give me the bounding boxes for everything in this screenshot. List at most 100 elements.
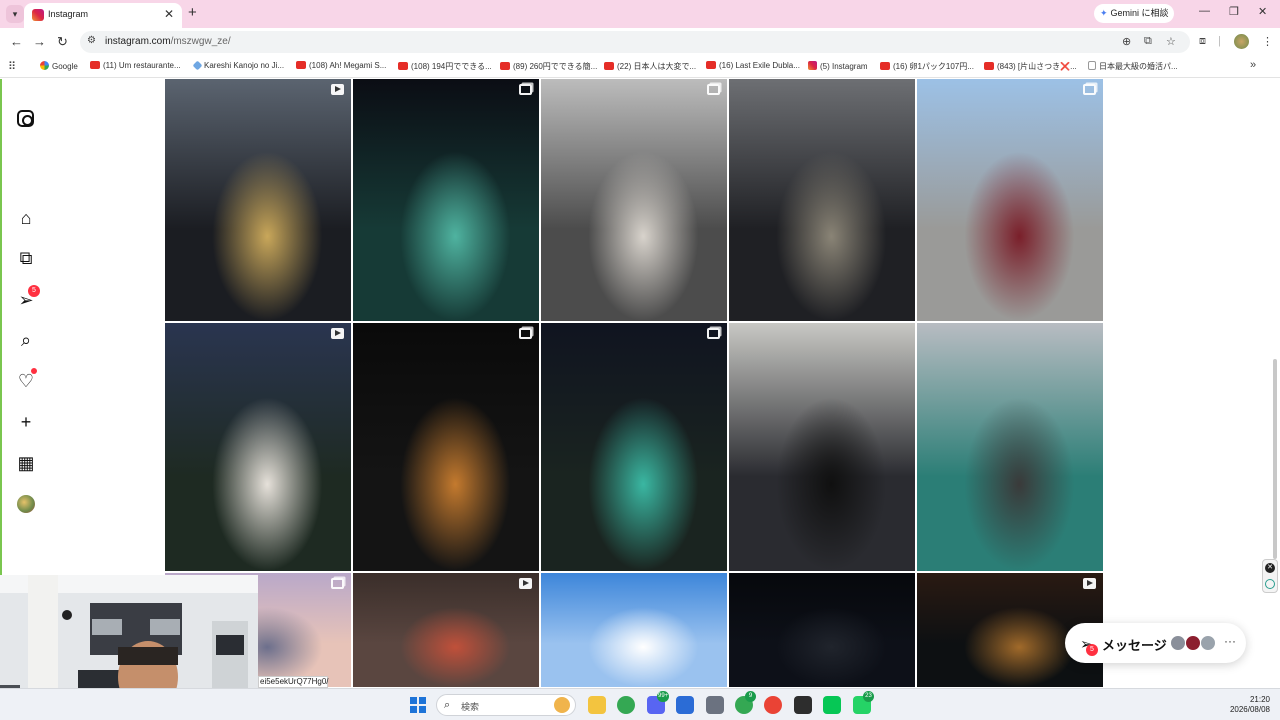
messages-pill-badge: 5: [1086, 644, 1098, 656]
search-icon[interactable]: ⌕: [15, 329, 37, 351]
bookmark-label: Google: [52, 62, 78, 71]
bookmark-item[interactable]: (5) Instagram: [808, 61, 868, 71]
bookmark-label: (22) 日本人は大変で...: [617, 62, 697, 71]
post-thumbnail[interactable]: [729, 323, 915, 571]
line-icon[interactable]: [823, 696, 841, 714]
post-thumbnail[interactable]: [729, 573, 915, 687]
profile-avatar-icon[interactable]: [15, 493, 37, 515]
carousel-icon: [1083, 84, 1096, 95]
post-thumbnail[interactable]: [353, 323, 539, 571]
gemini-label: Gemini に相談: [1110, 8, 1169, 18]
chrome-profile-3-icon[interactable]: [764, 696, 782, 714]
bookmark-item[interactable]: (108) 194円でできる...: [398, 61, 492, 72]
extensions-icon[interactable]: ⧈: [1199, 35, 1206, 48]
chart-icon[interactable]: ▦: [15, 452, 37, 474]
file-explorer-icon[interactable]: [588, 696, 606, 714]
post-thumbnail[interactable]: [917, 79, 1103, 321]
avatar: [1200, 635, 1216, 651]
more-icon[interactable]: ···: [1224, 634, 1236, 648]
chrome-menu-icon[interactable]: ⋮: [1262, 35, 1273, 48]
taskbar-search[interactable]: ⌕ 検索: [436, 694, 576, 716]
carousel-icon: [519, 328, 532, 339]
bookmark-label: Kareshi Kanojo no Ji...: [204, 61, 285, 70]
system-clock[interactable]: 21:20 2026/08/08: [1220, 695, 1270, 715]
reel-icon: [519, 578, 532, 589]
bookmarks-overflow-icon[interactable]: »: [1250, 59, 1256, 71]
toolbar-divider: |: [1218, 35, 1221, 47]
back-icon[interactable]: ←: [10, 34, 23, 49]
bookmark-item[interactable]: (843) [片山さつき❌...: [984, 61, 1077, 72]
forward-icon[interactable]: →: [33, 34, 46, 49]
messages-badge: 5: [28, 285, 40, 297]
tab-instagram[interactable]: Instagram ✕: [24, 3, 182, 28]
bookmark-item[interactable]: 日本最大級の婚活パ...: [1088, 61, 1178, 72]
tab-search-button[interactable]: ▾: [6, 5, 24, 23]
search-icon: ⌕: [444, 699, 451, 711]
url-host: instagram.com: [105, 36, 171, 47]
obs-icon[interactable]: [794, 696, 812, 714]
instagram-favicon-icon: [32, 9, 44, 21]
zoom-icon[interactable]: ⊕: [1122, 35, 1131, 48]
tab-close-icon[interactable]: ✕: [164, 7, 174, 21]
new-tab-button[interactable]: +: [188, 4, 197, 21]
chrome-icon[interactable]: [617, 696, 635, 714]
photos-icon[interactable]: [676, 696, 694, 714]
browser-toolbar: ← → ↻ ⚙ instagram.com/mszwgw_ze/ ⊕ ⧉ ☆ ⧈…: [0, 28, 1280, 56]
ring-icon[interactable]: [1265, 579, 1275, 589]
document-icon: [1088, 61, 1096, 70]
bookmark-item[interactable]: (89) 260円でできる簡...: [500, 61, 597, 72]
gemini-button[interactable]: ✦ Gemini に相談: [1094, 4, 1174, 23]
bookmark-item[interactable]: (11) Um restaurante...: [90, 61, 181, 70]
post-thumbnail[interactable]: [729, 79, 915, 321]
messages-icon[interactable]: ➢ 5: [15, 285, 40, 311]
url-text[interactable]: instagram.com/mszwgw_ze/: [105, 36, 231, 47]
post-thumbnail[interactable]: [917, 323, 1103, 571]
bookmark-item[interactable]: (16) 卵1パック107円...: [880, 61, 974, 72]
webcam-caption: ei5e5ekUrQ77Hg0/: [258, 676, 329, 688]
reload-icon[interactable]: ↻: [57, 34, 68, 50]
site-info-icon[interactable]: ⚙: [87, 35, 96, 46]
settings-icon[interactable]: [706, 696, 724, 714]
post-thumbnail[interactable]: [541, 573, 727, 687]
close-icon[interactable]: ✕: [1265, 563, 1275, 573]
windows-start-icon[interactable]: [410, 697, 426, 713]
post-thumbnail[interactable]: [541, 323, 727, 571]
url-path: /mszwgw_ze/: [170, 36, 231, 47]
apps-grid-icon[interactable]: ⠿: [8, 60, 16, 73]
post-thumbnail[interactable]: [165, 79, 351, 321]
plus-icon[interactable]: +: [15, 411, 37, 433]
whatsapp-icon[interactable]: 23: [853, 691, 874, 714]
tab-strip: ▾ Instagram ✕ + ✦ Gemini に相談 — ❐ ✕: [0, 0, 1280, 28]
bookmark-label: (89) 260円でできる簡...: [513, 62, 598, 71]
browser-profile-avatar[interactable]: [1234, 34, 1249, 49]
restore-icon[interactable]: ❐: [1229, 5, 1239, 18]
home-icon[interactable]: ⌂: [15, 207, 37, 229]
bookmark-item[interactable]: Google: [40, 61, 78, 71]
minimize-icon[interactable]: —: [1199, 5, 1210, 17]
chrome-profile-2-icon[interactable]: 9: [735, 691, 756, 714]
windows-taskbar: ⌕ 検索 99+ 9 23 21:20 2026/08/08: [0, 688, 1280, 720]
bookmark-item[interactable]: Kareshi Kanojo no Ji...: [192, 60, 285, 71]
post-thumbnail[interactable]: [353, 79, 539, 321]
post-thumbnail[interactable]: [353, 573, 539, 687]
bookmark-item[interactable]: (22) 日本人は大変で...: [604, 61, 696, 72]
window-close-icon[interactable]: ✕: [1258, 5, 1267, 18]
avatar: [1185, 635, 1201, 651]
bookmark-label: (16) Last Exile Dubla...: [719, 61, 800, 70]
google-icon: [40, 61, 49, 70]
post-thumbnail[interactable]: [541, 79, 727, 321]
messages-pill[interactable]: ➢ 5 メッセージ ···: [1065, 623, 1246, 663]
post-thumbnail[interactable]: [165, 323, 351, 571]
install-app-icon[interactable]: ⧉: [1144, 35, 1152, 48]
youtube-icon: [604, 62, 614, 70]
instagram-icon[interactable]: [15, 108, 37, 130]
bookmark-item[interactable]: (108) Ah! Megami S...: [296, 61, 386, 70]
address-bar[interactable]: ⚙ instagram.com/mszwgw_ze/ ⊕ ⧉ ☆: [80, 31, 1190, 53]
discord-icon[interactable]: 99+: [647, 691, 670, 714]
heart-icon[interactable]: ♡: [15, 368, 37, 392]
reels-icon[interactable]: ⧉: [15, 247, 37, 269]
bookmark-item[interactable]: (16) Last Exile Dubla...: [706, 61, 800, 70]
extension-widget[interactable]: ✕: [1262, 559, 1278, 593]
bookmark-star-icon[interactable]: ☆: [1166, 35, 1176, 48]
scrollbar[interactable]: [1273, 359, 1277, 559]
